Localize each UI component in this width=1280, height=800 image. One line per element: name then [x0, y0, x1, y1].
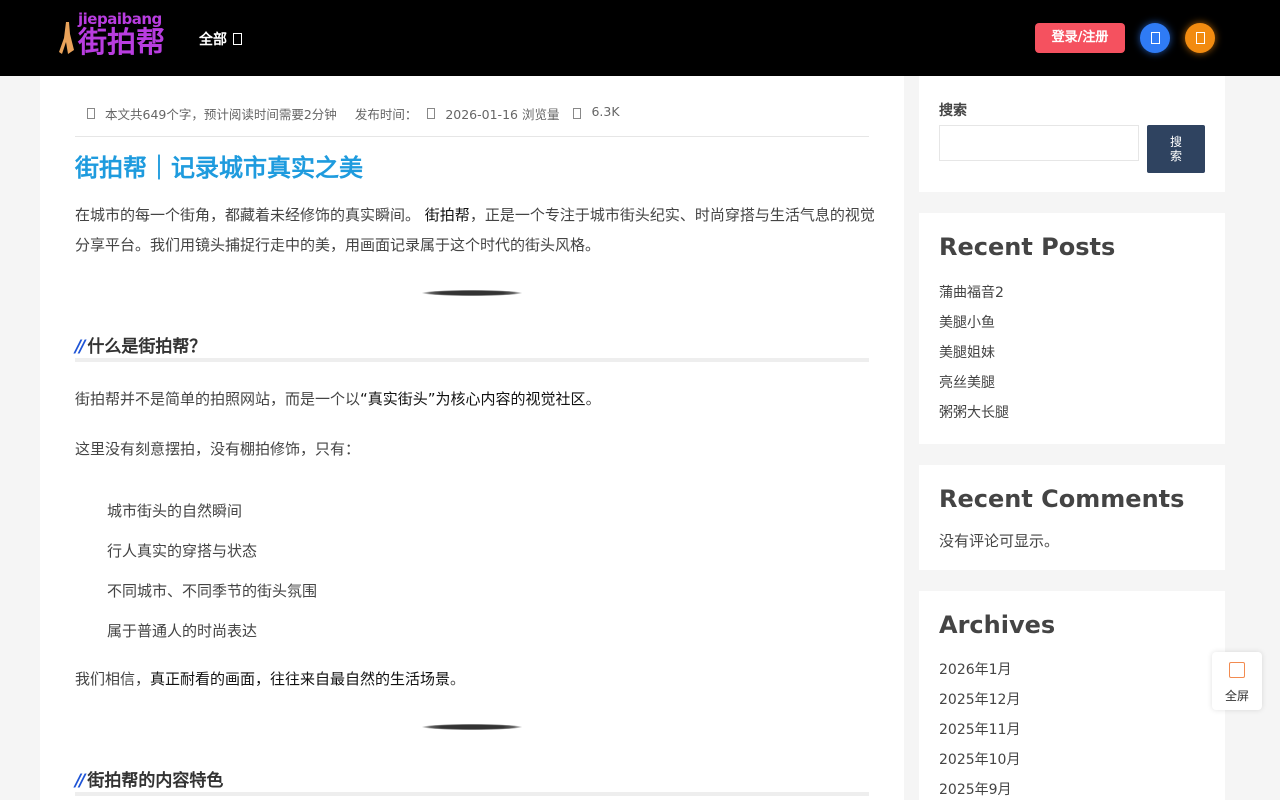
article-meta: 本文共649个字，预计阅读时间需要2分钟 发布时间： 2026-01-16 浏览… — [75, 104, 869, 137]
theme-icon — [1150, 32, 1160, 44]
archives-widget: Archives 2026年1月 2025年12月 2025年11月 2025年… — [919, 591, 1225, 800]
meta-wordcount: 本文共649个字，预计阅读时间需要2分钟 — [105, 107, 337, 122]
user-icon — [1195, 32, 1205, 44]
section-heading-text: 街拍帮的内容特色 — [87, 771, 224, 791]
section-heading-what: //什么是街拍帮？ — [75, 332, 869, 362]
paragraph-highlight: 真正耐看的画面，往往来自最自然的生活场景 — [150, 670, 451, 688]
section-heading-features: //街拍帮的内容特色 — [75, 766, 869, 796]
search-input[interactable] — [939, 125, 1139, 161]
meta-date: 2026-01-16 浏览量 — [445, 107, 560, 122]
page-title: 街拍帮｜记录城市真实之美 — [75, 154, 363, 182]
archives-title: Archives — [939, 611, 1056, 639]
user-button[interactable] — [1185, 23, 1215, 53]
archive-link[interactable]: 2025年9月 — [939, 779, 1012, 799]
login-register-button[interactable]: 登录/注册 — [1035, 23, 1125, 53]
archive-link[interactable]: 2025年10月 — [939, 749, 1020, 769]
search-label: 搜索 — [939, 103, 967, 119]
section-heading-text: 什么是街拍帮？ — [87, 337, 207, 357]
theme-toggle-button[interactable] — [1140, 23, 1170, 53]
recent-post-link[interactable]: 亮丝美腿 — [939, 372, 995, 392]
meta-views: 6.3K — [591, 104, 620, 119]
paragraph-highlight: “真实街头”为核心内容的视觉社区 — [360, 390, 586, 408]
fullscreen-icon — [1229, 662, 1245, 678]
section-divider — [422, 290, 522, 296]
heading-slash-icon: // — [75, 337, 86, 357]
paragraph-what-1: 街拍帮并不是简单的拍照网站，而是一个以“真实街头”为核心内容的视觉社区。 — [75, 384, 875, 414]
chevron-down-icon — [233, 33, 242, 45]
recent-comments-widget: Recent Comments 没有评论可显示。 — [919, 465, 1225, 570]
nav-all-label: 全部 — [199, 32, 227, 48]
meta-published-label: 发布时间： — [354, 107, 418, 122]
logo-text-cn: 街拍帮 — [78, 25, 166, 59]
fullscreen-button[interactable]: 全屏 — [1212, 652, 1262, 710]
paragraph-text: 街拍帮并不是简单的拍照网站，而是一个以 — [75, 390, 361, 408]
logo-figure-icon — [59, 22, 74, 54]
wordcount-icon — [87, 108, 95, 119]
intro-highlight: 街拍帮 — [424, 206, 470, 224]
paragraph-text: 。 — [585, 390, 601, 408]
heading-slash-icon: // — [75, 771, 86, 791]
recent-comments-title: Recent Comments — [939, 485, 1185, 513]
recent-post-link[interactable]: 粥粥大长腿 — [939, 402, 1009, 422]
archive-link[interactable]: 2026年1月 — [939, 659, 1012, 679]
recent-posts-widget: Recent Posts 蒲曲福音2 美腿小鱼 美腿姐妹 亮丝美腿 粥粥大长腿 — [919, 213, 1225, 444]
paragraph-text: 我们相信， — [75, 670, 151, 688]
archive-link[interactable]: 2025年12月 — [939, 689, 1020, 709]
recent-posts-title: Recent Posts — [939, 233, 1116, 261]
paragraph-what-2: 这里没有刻意摆拍，没有棚拍修饰，只有： — [75, 440, 361, 458]
search-widget: 搜索 搜索 — [919, 76, 1225, 192]
section-divider — [422, 724, 522, 730]
list-item: 不同城市、不同季节的街头氛围 — [107, 582, 318, 600]
archive-link[interactable]: 2025年11月 — [939, 719, 1020, 739]
search-button-label: 搜索 — [1169, 135, 1182, 163]
paragraph-text: 。 — [450, 670, 466, 688]
site-logo[interactable]: jiepaibang 街拍帮 — [58, 10, 168, 62]
intro-text-1: 在城市的每一个街角，都藏着未经修饰的真实瞬间。 — [75, 206, 421, 224]
list-item: 城市街头的自然瞬间 — [107, 502, 243, 520]
list-item: 行人真实的穿搭与状态 — [107, 542, 258, 560]
search-button[interactable]: 搜索 — [1147, 125, 1205, 173]
recent-post-link[interactable]: 蒲曲福音2 — [939, 282, 1004, 302]
list-item: 属于普通人的时尚表达 — [107, 622, 258, 640]
top-navbar: jiepaibang 街拍帮 全部 登录/注册 — [0, 0, 1280, 76]
fullscreen-label: 全屏 — [1224, 689, 1249, 703]
paragraph-what-3: 我们相信，真正耐看的画面，往往来自最自然的生活场景。 — [75, 664, 875, 694]
recent-comments-empty: 没有评论可显示。 — [939, 532, 1060, 550]
nav-all-menu[interactable]: 全部 — [199, 29, 242, 49]
recent-post-link[interactable]: 美腿姐妹 — [939, 342, 995, 362]
intro-paragraph: 在城市的每一个街角，都藏着未经修饰的真实瞬间。 街拍帮，正是一个专注于城市街头纪… — [75, 200, 875, 260]
article-content: 本文共649个字，预计阅读时间需要2分钟 发布时间： 2026-01-16 浏览… — [40, 76, 904, 800]
eye-icon — [573, 108, 582, 119]
calendar-icon — [427, 108, 436, 119]
recent-post-link[interactable]: 美腿小鱼 — [939, 312, 995, 332]
